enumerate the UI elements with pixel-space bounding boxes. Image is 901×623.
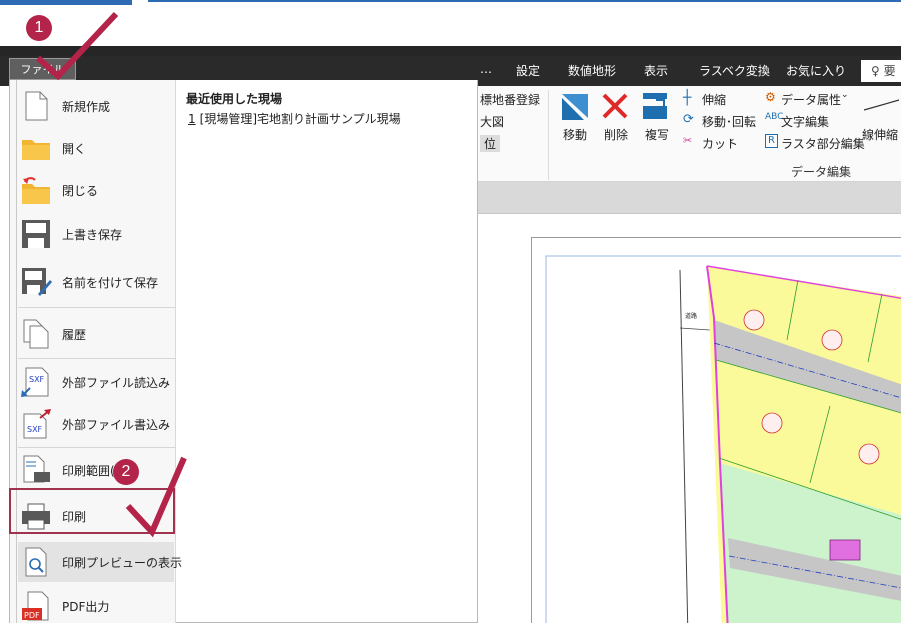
move-rotate-icon[interactable]: ⟳	[683, 112, 694, 127]
title-bar	[0, 46, 901, 56]
ribbon-separator	[548, 90, 549, 180]
move-button-label[interactable]: 移動	[563, 126, 587, 143]
menu-item-favorites[interactable]: お気に入り	[786, 62, 846, 79]
pdf-export-button[interactable]: PDF PDF出力	[18, 586, 174, 623]
history-button[interactable]: 履歴	[18, 314, 174, 354]
svg-text:PDF: PDF	[24, 611, 40, 620]
ribbon-partial-1[interactable]: 標地番登録	[480, 91, 540, 108]
file-backstage-menu: 新規作成 開く 閉じる 上書き保存 名前を付けて保存 履歴 SXF 外部ファイル…	[9, 80, 478, 623]
menu-item-view[interactable]: 表示	[644, 62, 668, 79]
copy-button-label[interactable]: 複写	[645, 126, 669, 143]
pdf-icon: PDF	[20, 590, 52, 622]
cut-icon[interactable]: ✂	[683, 134, 692, 147]
ribbon-partial-2[interactable]: 大図	[480, 113, 504, 130]
menu-item-raster-vector[interactable]: ラスベク変換	[699, 62, 770, 79]
document-tab-band	[478, 182, 901, 214]
data-attr-icon[interactable]: ⚙	[765, 90, 776, 104]
sxf-import-icon: SXF	[20, 366, 52, 398]
sxf-export-icon: SXF	[20, 408, 52, 440]
delete-button-label[interactable]: 削除	[604, 126, 628, 143]
save-button[interactable]: 上書き保存	[18, 214, 174, 254]
svg-text:SXF: SXF	[29, 375, 45, 384]
search-box[interactable]: ♀ 要	[861, 60, 901, 82]
step-2-check-icon	[125, 456, 187, 538]
close-button[interactable]: 閉じる	[18, 170, 174, 210]
svg-text:SXF: SXF	[27, 425, 43, 434]
recent-site-number: 1	[188, 112, 196, 126]
app-screenshot: ファイル … 設定 数値地形 表示 ラスベク変換 お気に入り ♀ 要 標地番登録…	[0, 0, 901, 623]
menu-separator	[18, 358, 176, 359]
menu-item-partial[interactable]: …	[480, 62, 492, 76]
history-icon	[20, 318, 52, 350]
external-import-button[interactable]: SXF 外部ファイル読込み ▸	[18, 362, 174, 402]
top-accent-strip	[0, 0, 901, 8]
recent-sites-title: 最近使用した現場	[186, 92, 283, 106]
save-as-button[interactable]: 名前を付けて保存	[18, 262, 174, 302]
ribbon-partial-3[interactable]: 位	[480, 135, 501, 152]
delete-icon[interactable]	[599, 90, 631, 122]
raster-edit-button[interactable]: ラスタ部分編集	[781, 135, 865, 152]
menu-item-settings[interactable]: 設定	[516, 62, 540, 79]
folder-close-icon	[20, 174, 52, 206]
data-attr-button[interactable]: データ属性	[781, 91, 841, 108]
recent-site-item[interactable]: 1 [現場管理]宅地割り計画サンプル現場	[188, 110, 401, 127]
line-stretch-button[interactable]: 線伸縮	[862, 126, 898, 143]
new-button[interactable]: 新規作成	[18, 86, 174, 126]
drawing-sheet: 道路	[531, 237, 901, 623]
move-rotate-button[interactable]: 移動･回転	[702, 113, 756, 130]
raster-edit-icon[interactable]: R	[765, 134, 778, 148]
menu-separator	[18, 307, 176, 308]
chevron-down-icon[interactable]: ⌄	[841, 90, 849, 100]
folder-open-icon	[20, 132, 52, 164]
line-stretch-icon[interactable]	[862, 96, 901, 116]
print-preview-icon	[20, 546, 52, 578]
recent-site-label: [現場管理]宅地割り計画サンプル現場	[199, 112, 401, 126]
menu-item-numeric-terrain[interactable]: 数値地形	[568, 62, 616, 79]
chevron-down-icon[interactable]: ⌄	[728, 134, 736, 144]
text-edit-button[interactable]: 文字編集	[781, 113, 829, 130]
stretch-icon[interactable]: ┼	[683, 90, 691, 106]
road-label: 道路	[685, 312, 697, 320]
ribbon-group-data-edit: データ編集	[791, 165, 852, 179]
print-preview-button[interactable]: 印刷プレビューの表示	[18, 542, 182, 582]
new-doc-icon	[20, 90, 52, 122]
save-as-icon	[20, 266, 52, 298]
submenu-arrow-icon: ▸	[161, 419, 166, 429]
external-export-button[interactable]: SXF 外部ファイル書込み ▸	[18, 404, 174, 444]
submenu-arrow-icon: ▸	[161, 377, 166, 387]
step-1-check-icon	[35, 11, 119, 80]
open-button[interactable]: 開く	[18, 128, 174, 168]
move-icon[interactable]	[558, 90, 594, 124]
copy-icon[interactable]	[640, 90, 672, 122]
save-icon	[20, 218, 52, 250]
lot-plan-drawing: 道路	[545, 255, 901, 623]
print-range-icon	[20, 454, 52, 486]
stretch-button[interactable]: 伸縮	[702, 91, 726, 108]
file-menu-command-list: 新規作成 開く 閉じる 上書き保存 名前を付けて保存 履歴 SXF 外部ファイル…	[10, 80, 182, 623]
